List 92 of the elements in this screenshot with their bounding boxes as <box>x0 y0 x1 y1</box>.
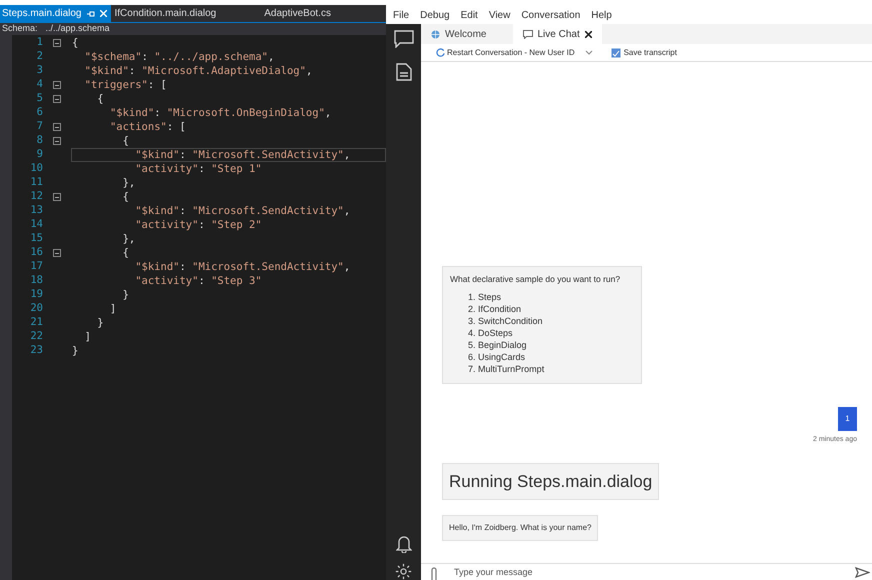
code-line: { <box>122 246 130 260</box>
schema-label: Schema: <box>2 22 38 36</box>
code-line: }, <box>122 232 136 246</box>
refresh-icon <box>436 48 445 57</box>
line-number: 23 <box>29 343 43 358</box>
code-line: }, <box>122 176 136 190</box>
line-number: 17 <box>29 259 43 274</box>
editor-tab[interactable]: IfCondition.main.dialog <box>110 5 260 22</box>
list-item: 7. MultiTurnPrompt <box>467 363 546 375</box>
editor-tab[interactable]: Steps.main.dialog <box>0 5 110 22</box>
globe-icon <box>431 30 440 38</box>
chat-icon[interactable] <box>394 30 414 48</box>
code-line: "activity": "Step 1" <box>134 162 263 176</box>
line-number: 22 <box>29 329 43 344</box>
menu-item[interactable]: Conversation <box>521 8 580 22</box>
list-item: 3. SwitchCondition <box>467 315 544 327</box>
close-icon[interactable] <box>584 30 592 38</box>
save-icon <box>610 48 621 58</box>
list-item: 5. BeginDialog <box>467 339 528 351</box>
restart-conversation-button[interactable]: Restart Conversation - New User ID <box>436 46 575 58</box>
collapse-icon[interactable] <box>53 193 61 201</box>
code-line: ] <box>84 330 92 344</box>
code-line: ] <box>108 302 118 316</box>
collapse-icon[interactable] <box>53 39 61 47</box>
code-line: "$kind": "Microsoft.AdaptiveDialog", <box>84 64 314 78</box>
tab[interactable]: Welcome <box>423 24 512 44</box>
collapse-icon[interactable] <box>53 249 61 257</box>
code-line: { <box>122 134 130 148</box>
pin-icon[interactable] <box>86 10 94 16</box>
line-number: 10 <box>29 161 43 176</box>
code-line: "$kind": "Microsoft.SendActivity", <box>134 260 352 274</box>
list-item: 6. UsingCards <box>467 351 526 363</box>
line-number: 12 <box>29 189 43 204</box>
list-item: 2. IfCondition <box>467 303 522 315</box>
save-transcript-button[interactable]: Save transcript <box>610 46 677 58</box>
chat-icon <box>522 30 532 38</box>
message-bubble: Running Steps.main.dialog <box>442 462 660 500</box>
line-number: 5 <box>36 91 43 106</box>
list-item: 4. DoSteps <box>467 327 514 339</box>
code-line: "activity": "Step 2" <box>134 218 263 232</box>
tab[interactable]: Live Chat <box>512 24 602 44</box>
line-number: 6 <box>36 105 43 120</box>
line-number: 3 <box>36 63 43 78</box>
menu-item[interactable]: Debug <box>420 8 450 22</box>
collapse-icon[interactable] <box>53 123 61 131</box>
line-number: 14 <box>29 217 43 232</box>
line-number: 13 <box>29 203 43 218</box>
settings-icon[interactable] <box>395 563 412 580</box>
line-number: 8 <box>36 133 43 148</box>
message-text: What declarative sample do you want to run? <box>450 273 622 286</box>
list-item: 1. Steps <box>467 291 502 303</box>
code-line: { <box>96 92 105 106</box>
code-line: "actions": [ <box>108 120 187 134</box>
line-number: 1 <box>36 35 43 50</box>
message-input-field[interactable]: Type your message <box>454 564 855 580</box>
menu-item[interactable]: Help <box>591 8 612 22</box>
line-number: 2 <box>36 49 43 64</box>
line-number: 21 <box>29 315 43 330</box>
message-bubble: Hello, I'm Zoidberg. What is your name? <box>442 515 598 541</box>
line-number: 7 <box>36 119 43 134</box>
line-number: 20 <box>29 301 43 316</box>
code-line: } <box>71 344 80 358</box>
line-number: 15 <box>29 231 43 246</box>
code-line: } <box>96 316 105 330</box>
user-message: 1 <box>838 407 857 431</box>
editor-tab[interactable]: AdaptiveBot.cs <box>260 5 375 22</box>
line-number: 18 <box>29 273 43 288</box>
code-line: "$kind": "Microsoft.SendActivity", <box>134 204 352 218</box>
code-line: "activity": "Step 3" <box>134 274 263 288</box>
menu-item[interactable]: Edit <box>460 8 478 22</box>
line-number: 19 <box>29 287 43 302</box>
collapse-icon[interactable] <box>53 81 61 89</box>
code-line: "$schema": "../../app.schema", <box>84 50 276 64</box>
code-line: "$kind": "Microsoft.OnBeginDialog", <box>108 106 332 120</box>
menu-item[interactable]: File <box>393 8 410 22</box>
caret-icon[interactable] <box>584 50 593 56</box>
line-number: 9 <box>36 147 43 162</box>
send-icon[interactable] <box>855 567 870 578</box>
code-line: "triggers": [ <box>84 78 168 92</box>
paperclip-icon[interactable] <box>430 567 438 580</box>
collapse-icon[interactable] <box>53 95 61 103</box>
code-line: } <box>122 288 130 302</box>
line-number: 11 <box>29 175 43 190</box>
line-number: 16 <box>29 245 43 260</box>
collapse-icon[interactable] <box>53 137 61 145</box>
code-line: { <box>122 190 130 204</box>
schema-value: ../../app.schema <box>46 22 110 36</box>
code-line: { <box>71 36 80 50</box>
menu-item[interactable]: View <box>488 8 510 22</box>
line-number: 4 <box>36 77 43 92</box>
document-icon[interactable] <box>396 63 412 81</box>
bell-icon[interactable] <box>396 535 412 553</box>
